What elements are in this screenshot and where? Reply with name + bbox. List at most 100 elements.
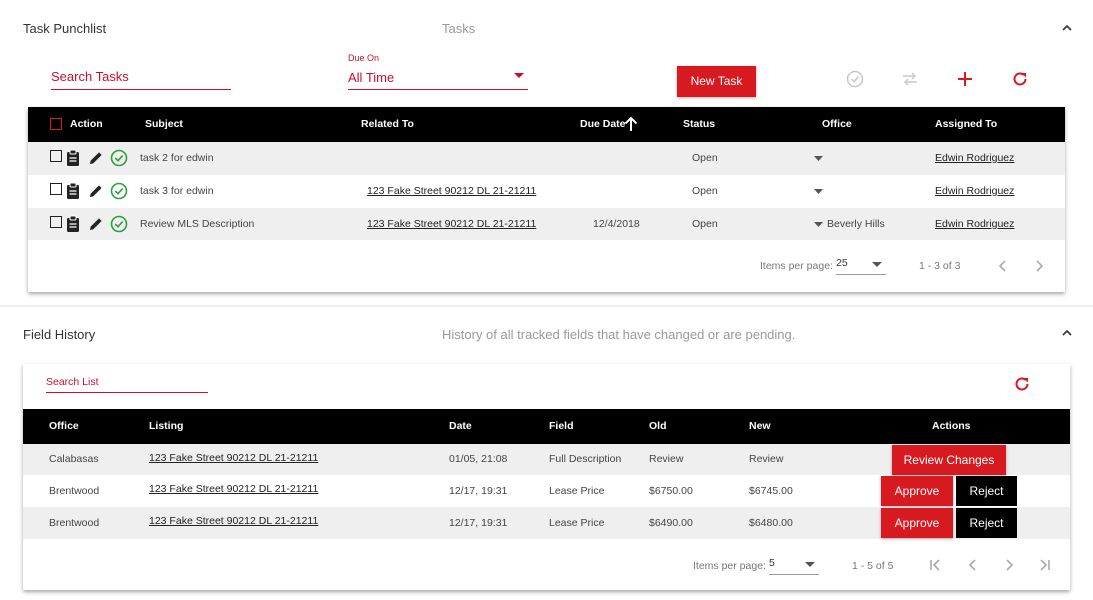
search-tasks-input[interactable]: Search Tasks [51,69,231,90]
row-status: Open [692,218,718,230]
row-checkbox[interactable] [50,150,62,162]
new-task-button[interactable]: New Task [677,66,756,97]
next-page-icon[interactable] [1034,259,1044,273]
last-page-icon[interactable] [1037,558,1051,572]
collapse-chevron-icon[interactable] [1060,326,1074,340]
row-subject: Review MLS Description [140,218,255,230]
complete-check-icon[interactable] [110,215,128,233]
page-range: 1 - 3 of 3 [919,260,961,272]
row-assigned-link[interactable]: Edwin Rodriguez [935,142,1014,175]
row-new: Review [749,453,784,465]
col-old[interactable]: Old [649,409,667,444]
edit-pencil-icon[interactable] [88,183,104,199]
prev-page-icon[interactable] [998,259,1008,273]
select-all-checkbox[interactable] [50,118,62,130]
row-status: Open [692,185,718,197]
prev-page-icon[interactable] [968,558,978,572]
row-related-link[interactable]: 123 Fake Street 90212 DL 21-21211 [367,208,536,240]
col-listing[interactable]: Listing [149,409,183,444]
col-office[interactable]: Office [822,107,852,142]
row-status: Open [692,152,718,164]
approve-button[interactable]: Approve [881,508,953,538]
col-action: Action [70,118,103,130]
tasks-table-card: Action Subject Related To Due Date Statu… [28,107,1065,292]
col-status[interactable]: Status [683,107,715,142]
row-date: 01/05, 21:08 [449,453,508,465]
row-checkbox[interactable] [50,183,62,195]
dropdown-arrow-icon [514,73,524,78]
col-field[interactable]: Field [549,409,574,444]
edit-pencil-icon[interactable] [88,150,104,166]
row-date: 12/17, 19:31 [449,517,508,529]
review-changes-button[interactable]: Review Changes [892,445,1006,475]
due-on-value: All Time [348,70,395,85]
refresh-icon[interactable] [1011,70,1029,88]
complete-check-icon[interactable] [110,149,128,167]
col-subject[interactable]: Subject [145,107,183,142]
col-assigned-to[interactable]: Assigned To [935,107,997,142]
complete-check-icon[interactable] [110,182,128,200]
office-dropdown-icon[interactable] [814,222,823,227]
row-date: 12/17, 19:31 [449,485,508,497]
row-assigned-link[interactable]: Edwin Rodriguez [935,175,1014,208]
task-punchlist-panel: Task Punchlist Tasks Search Tasks Due On… [0,0,1093,305]
items-per-page-value: 25 [836,257,848,269]
clipboard-icon[interactable] [66,215,80,233]
panel-title: Field History [23,327,96,342]
row-field: Lease Price [549,485,605,497]
row-office: Calabasas [49,453,99,465]
row-listing-link[interactable]: 123 Fake Street 90212 DL 21-21211 [149,507,318,535]
check-circle-icon[interactable] [846,70,864,88]
items-per-page-select[interactable]: 5 [769,557,819,575]
col-office[interactable]: Office [49,409,79,444]
clipboard-icon[interactable] [66,182,80,200]
due-on-select[interactable]: All Time [348,69,528,90]
col-related-to[interactable]: Related To [361,107,414,142]
items-per-page-select[interactable]: 25 [836,257,886,275]
table-row: Review MLS Description 123 Fake Street 9… [28,208,1065,240]
add-icon[interactable] [957,71,973,87]
items-per-page-label: Items per page: [693,560,766,572]
items-per-page-label: Items per page: [760,260,833,272]
history-table-header: Office Listing Date Field Old New Action… [23,409,1070,444]
col-due-date[interactable]: Due Date [580,107,626,142]
col-actions: Actions [932,420,971,432]
office-dropdown-icon[interactable] [814,156,823,161]
sort-arrow-up-icon[interactable] [624,116,638,132]
tasks-table-header: Action Subject Related To Due Date Statu… [28,107,1065,142]
next-page-icon[interactable] [1004,558,1014,572]
row-old: $6750.00 [649,485,693,497]
approve-button[interactable]: Approve [881,476,953,506]
row-field: Full Description [549,453,622,465]
row-new: $6480.00 [749,517,793,529]
row-assigned-link[interactable]: Edwin Rodriguez [935,208,1014,240]
row-checkbox[interactable] [50,216,62,228]
col-date[interactable]: Date [449,409,472,444]
due-on-label: Due On [348,53,380,63]
swap-arrows-icon[interactable] [901,71,919,87]
dropdown-arrow-icon [805,562,815,567]
col-new[interactable]: New [749,409,771,444]
row-field: Lease Price [549,517,605,529]
refresh-icon[interactable] [1013,375,1031,393]
table-row: Calabasas 123 Fake Street 90212 DL 21-21… [23,444,1070,475]
row-listing-link[interactable]: 123 Fake Street 90212 DL 21-21211 [149,444,318,472]
reject-button[interactable]: Reject [956,508,1017,538]
row-related-link[interactable]: 123 Fake Street 90212 DL 21-21211 [367,175,536,208]
row-old: $6490.00 [649,517,693,529]
row-office: Brentwood [49,517,100,529]
search-list-input[interactable]: Search List [46,376,208,393]
row-listing-link[interactable]: 123 Fake Street 90212 DL 21-21211 [149,475,318,503]
reject-button[interactable]: Reject [956,476,1017,506]
row-due-date: 12/4/2018 [593,218,640,230]
page-range: 1 - 5 of 5 [852,560,894,572]
table-row: Brentwood 123 Fake Street 90212 DL 21-21… [23,475,1070,507]
items-per-page-value: 5 [769,557,775,569]
clipboard-icon[interactable] [66,149,80,167]
table-row: Brentwood 123 Fake Street 90212 DL 21-21… [23,507,1070,539]
history-table-card: Search List Office Listing Date Field Ol… [23,364,1070,590]
office-dropdown-icon[interactable] [814,189,823,194]
edit-pencil-icon[interactable] [88,216,104,232]
collapse-chevron-icon[interactable] [1060,21,1074,35]
first-page-icon[interactable] [929,558,943,572]
